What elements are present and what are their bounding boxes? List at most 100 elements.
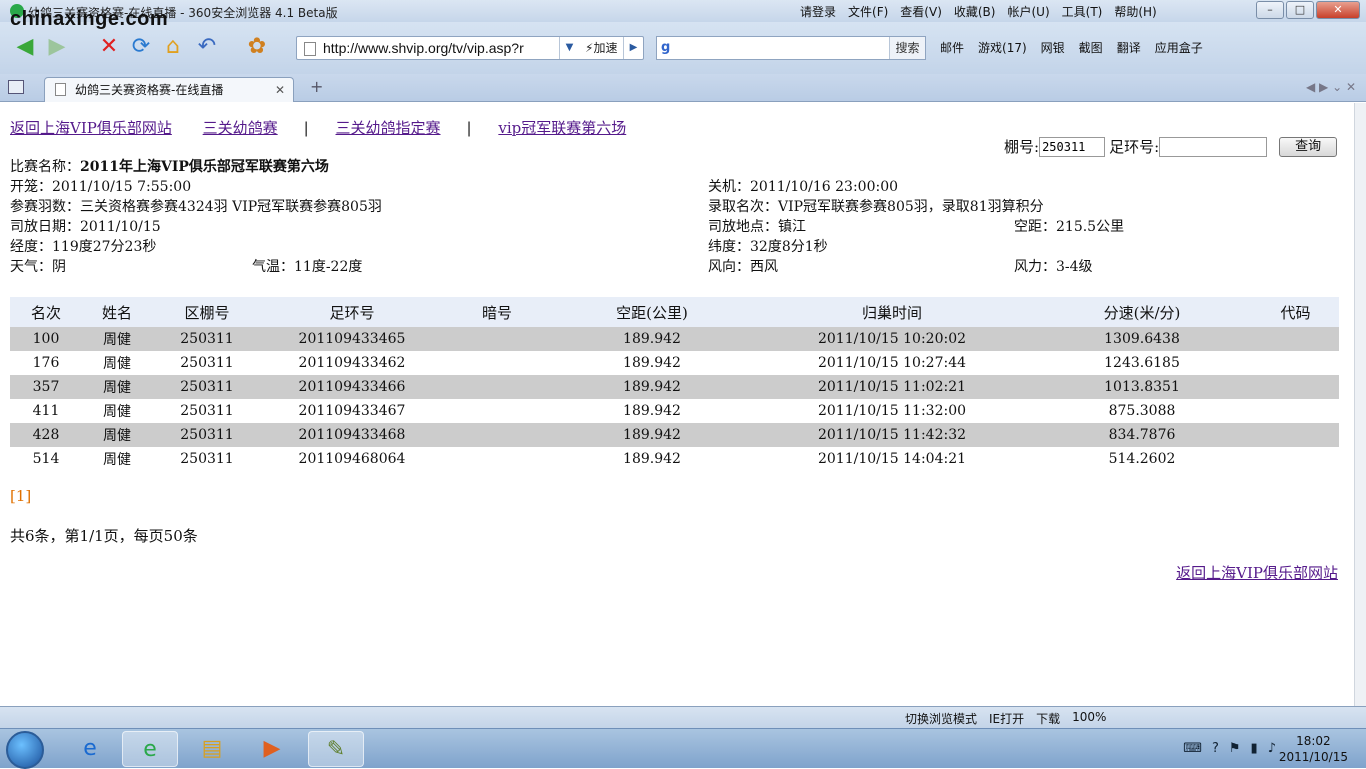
cell-code — [442, 399, 552, 423]
clock[interactable]: 18:02 2011/10/15 — [1279, 733, 1348, 765]
cell-id — [1252, 375, 1339, 399]
maximize-button[interactable]: □ — [1286, 1, 1314, 19]
weather: 天气：阴 — [10, 259, 66, 275]
flag-icon[interactable]: ⚑ — [1229, 741, 1241, 756]
cell-distance: 189.942 — [552, 375, 752, 399]
tab-close-icon[interactable]: ✕ — [275, 78, 285, 102]
status-items: 切换浏览模式 IE打开 下载 100% — [905, 710, 1118, 727]
menu-login[interactable]: 请登录 — [800, 3, 836, 20]
ie-open-button[interactable]: IE打开 — [989, 710, 1024, 727]
menu-account[interactable]: 帐户(U) — [1007, 3, 1049, 20]
menu-file[interactable]: 文件(F) — [848, 3, 888, 20]
status-bar: 切换浏览模式 IE打开 下载 100% — [0, 706, 1366, 728]
table-header-row: 名次 姓名 区棚号 足环号 暗号 空距(公里) 归巢时间 分速(米/分) 代码 — [10, 297, 1339, 327]
link-three-pass[interactable]: 三关幼鸽赛 — [203, 119, 278, 137]
col-code: 暗号 — [442, 297, 552, 327]
start-button[interactable] — [6, 731, 44, 769]
refresh-icon[interactable]: ⟳ — [128, 34, 154, 60]
race-name: 2011年上海VIP俱乐部冠军联赛第六场 — [80, 159, 329, 175]
browser-360-taskbar-icon[interactable]: e — [122, 731, 178, 767]
cell-code — [442, 327, 552, 351]
cell-return-time: 2011/10/15 11:42:32 — [752, 423, 1032, 447]
forward-icon[interactable]: ▶ — [44, 34, 70, 60]
table-row: 357 周健 250311 201109433466 189.942 2011/… — [10, 375, 1339, 399]
close-window-button[interactable]: ✕ — [1316, 1, 1360, 19]
query-button[interactable]: 查询 — [1279, 136, 1338, 157]
app-taskbar-icon[interactable]: ✎ — [308, 731, 364, 767]
speed-button[interactable]: ⚡加速 — [581, 37, 617, 59]
search-engine-icon[interactable]: g — [661, 40, 677, 56]
search-button[interactable]: 搜索 — [889, 37, 925, 59]
cell-shed: 250311 — [152, 375, 262, 399]
home-icon[interactable]: ⌂ — [160, 34, 186, 60]
menu-view[interactable]: 查看(V) — [900, 3, 942, 20]
cell-shed: 250311 — [180, 403, 234, 419]
menu-favorites[interactable]: 收藏(B) — [954, 3, 996, 20]
cell-rank: 514 — [32, 451, 60, 467]
pager-link[interactable]: [1] — [10, 487, 31, 505]
clock-time: 18:02 — [1296, 734, 1331, 748]
taskbar: e e ▤ ▶ ✎ ⌨ ? ⚑ ▮ ♪ 18:02 2011/10/15 — [0, 728, 1366, 769]
go-icon[interactable]: ▶ — [623, 37, 643, 59]
table-row: 411 周健 250311 201109433467 189.942 2011/… — [10, 399, 1339, 423]
race-info: 比赛名称：2011年上海VIP俱乐部冠军联赛第六场 开笼：2011/10/15 … — [10, 157, 1340, 277]
tool-bank[interactable]: 网银 — [1041, 39, 1065, 56]
cell-name: 周健 — [82, 423, 152, 447]
bottom-back-link[interactable]: 返回上海VIP俱乐部网站 — [1176, 562, 1338, 583]
cell-return-time: 2011/10/15 11:02:21 — [752, 375, 1032, 399]
sidebar-toggle-icon[interactable] — [8, 80, 24, 94]
cell-rank: 411 — [32, 403, 60, 419]
cell-return-time: 2011/10/15 14:04:21 — [817, 451, 967, 467]
tool-screenshot[interactable]: 截图 — [1079, 39, 1103, 56]
cell-ring: 201109433468 — [262, 423, 442, 447]
media-taskbar-icon[interactable]: ▶ — [244, 731, 300, 767]
stop-icon[interactable]: ✕ — [96, 34, 122, 60]
link-vip-league[interactable]: vip冠军联赛第六场 — [498, 119, 626, 137]
zoom-level[interactable]: 100% — [1072, 710, 1106, 727]
keyboard-icon[interactable]: ⌨ — [1183, 741, 1202, 756]
network-icon[interactable]: ▮ — [1251, 741, 1258, 756]
release-place: 司放地点：镇江 — [708, 219, 806, 235]
tool-games[interactable]: 游戏(17) — [978, 39, 1027, 56]
cell-speed: 1243.6185 — [1104, 355, 1180, 371]
url-dropdown-icon[interactable]: ▼ — [559, 37, 579, 59]
address-bar[interactable]: ▼ ⚡加速 ▶ — [296, 36, 644, 60]
tab-active[interactable]: 幼鸽三关赛资格赛-在线直播 ✕ — [44, 77, 294, 102]
tool-translate[interactable]: 翻译 — [1117, 39, 1141, 56]
menu-tools[interactable]: 工具(T) — [1062, 3, 1103, 20]
link-back-home[interactable]: 返回上海VIP俱乐部网站 — [10, 119, 172, 137]
open-time: 开笼：2011/10/15 7:55:00 — [10, 179, 192, 195]
back-icon[interactable]: ◀ — [12, 34, 38, 60]
download-button[interactable]: 下载 — [1036, 710, 1060, 727]
tool-mail[interactable]: 邮件 — [940, 39, 964, 56]
ring-input[interactable] — [1159, 136, 1268, 157]
folder-taskbar-icon[interactable]: ▤ — [184, 731, 240, 767]
volume-icon[interactable]: ♪ — [1268, 741, 1276, 756]
cell-code — [442, 447, 552, 471]
search-bar[interactable]: g 搜索 — [656, 36, 926, 60]
results-table: 名次 姓名 区棚号 足环号 暗号 空距(公里) 归巢时间 分速(米/分) 代码 … — [10, 297, 1339, 471]
menu-help[interactable]: 帮助(H) — [1114, 3, 1156, 20]
url-input[interactable] — [323, 40, 553, 56]
switch-mode-button[interactable]: 切换浏览模式 — [905, 710, 977, 727]
cell-rank: 428 — [10, 423, 82, 447]
tab-nav-icons[interactable]: ◀ ▶ ⌄ ✕ — [1306, 80, 1356, 94]
vertical-scrollbar[interactable] — [1354, 103, 1366, 706]
cell-code — [442, 351, 552, 375]
cell-rank: 357 — [10, 375, 82, 399]
tool-app-box[interactable]: 应用盒子 — [1155, 39, 1203, 56]
cell-distance: 189.942 — [623, 403, 681, 419]
new-tab-icon[interactable]: + — [310, 77, 323, 96]
shed-input[interactable] — [1039, 136, 1106, 157]
cell-name: 周健 — [103, 356, 131, 372]
col-return-time: 归巢时间 — [752, 297, 1032, 327]
link-separator: | — [466, 119, 472, 137]
minimize-button[interactable]: – — [1256, 1, 1284, 19]
ie-taskbar-icon[interactable]: e — [62, 731, 118, 767]
link-designated[interactable]: 三关幼鸽指定赛 — [336, 119, 441, 137]
paw-icon[interactable]: ✿ — [244, 34, 270, 60]
help-icon[interactable]: ? — [1212, 741, 1219, 756]
col-rank: 名次 — [10, 297, 82, 327]
wind-force: 风力：3-4级 — [1014, 259, 1093, 275]
undo-icon[interactable]: ↶ — [194, 34, 220, 60]
